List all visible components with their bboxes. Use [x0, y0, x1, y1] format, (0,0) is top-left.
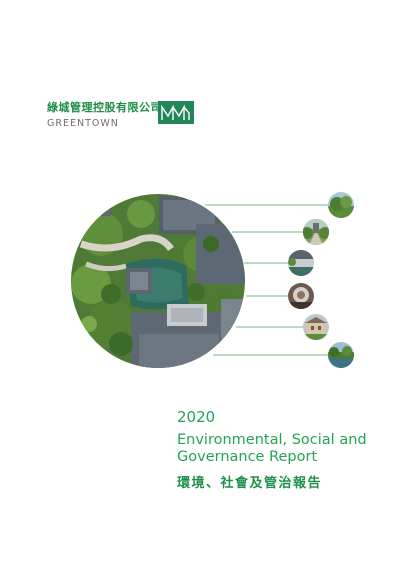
- report-year: 2020: [177, 408, 216, 426]
- thumbnail-villa-building: [303, 314, 329, 340]
- report-cover: 綠城管理控股有限公司 GREENTOWN 2020 Environmental,…: [0, 0, 414, 585]
- thumbnail-trees-landscape: [328, 192, 354, 218]
- report-title-cn: 環境、社會及管治報告: [177, 476, 323, 491]
- thumbnail-courtyard-pond: [288, 250, 314, 276]
- report-title-en: Environmental, Social and Governance Rep…: [177, 432, 367, 465]
- aerial-garden-image: [71, 194, 245, 368]
- thumbnail-waterfront-garden: [328, 342, 354, 368]
- company-name-en: GREENTOWN: [47, 118, 119, 129]
- greentown-logo-icon: [158, 101, 194, 124]
- company-name-cn: 綠城管理控股有限公司: [47, 101, 162, 114]
- thumbnail-garden-path: [303, 219, 329, 245]
- thumbnail-round-lounge-interior: [288, 283, 314, 309]
